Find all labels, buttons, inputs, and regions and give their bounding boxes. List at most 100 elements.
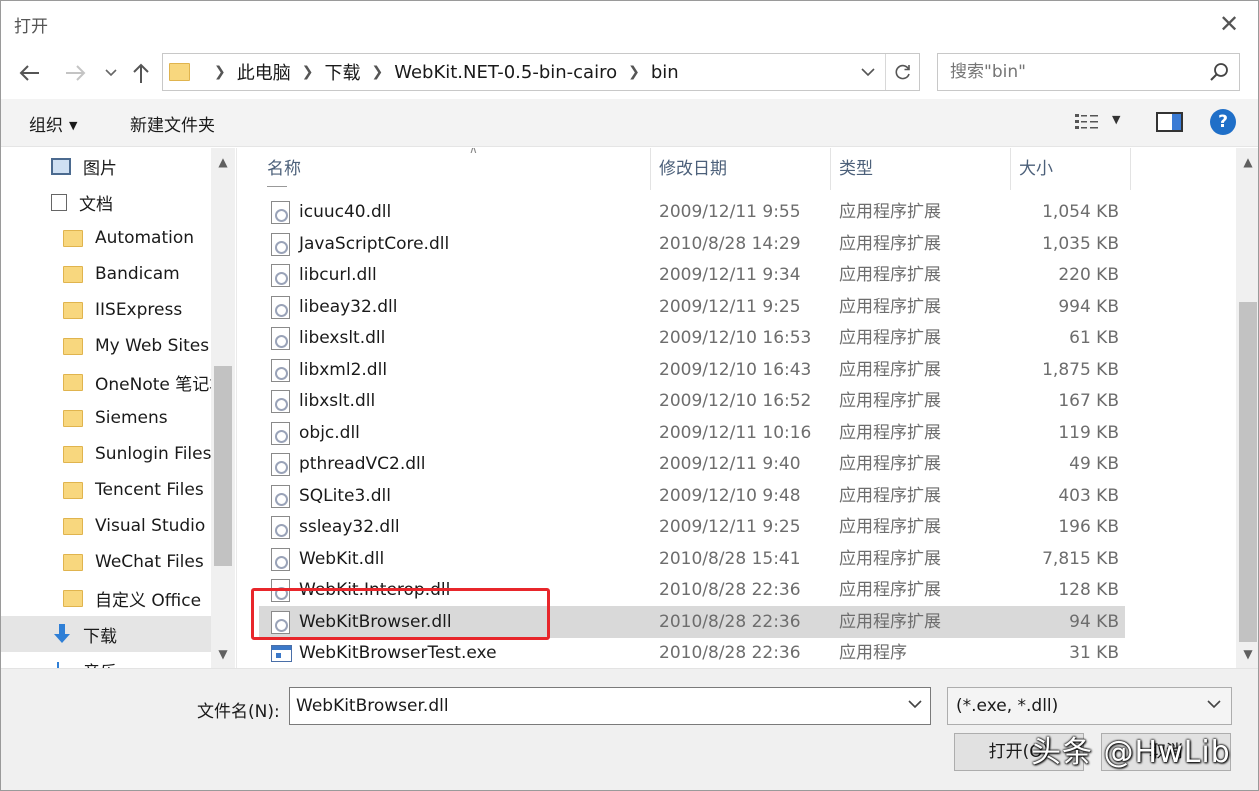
dll-file-icon	[271, 484, 290, 508]
refresh-icon[interactable]	[885, 54, 919, 90]
file-size: 94 KB	[1069, 611, 1119, 632]
sidebar-item-folder[interactable]: Siemens	[1, 400, 211, 436]
table-row[interactable]: libxml2.dll 2009/12/10 16:43 应用程序扩展 1,87…	[259, 354, 1125, 386]
title-bar: 打开 ✕	[1, 1, 1258, 47]
scroll-down-icon[interactable]: ▼	[211, 642, 235, 666]
address-dropdown-chevron-down-icon[interactable]	[857, 54, 879, 90]
search-box	[937, 53, 1240, 91]
sidebar-item-downloads[interactable]: 下载	[1, 616, 211, 652]
chevron-right-icon[interactable]: ❯	[214, 64, 226, 80]
file-date: 2009/12/11 10:16	[659, 422, 812, 443]
sidebar-scroll-thumb[interactable]	[214, 366, 232, 566]
column-header-date[interactable]: 修改日期	[651, 148, 831, 190]
table-row[interactable]: libxslt.dll 2009/12/10 16:52 应用程序扩展 167 …	[259, 385, 1125, 417]
forward-arrow-icon[interactable]	[61, 59, 89, 87]
file-date: 2009/12/10 16:43	[659, 359, 812, 380]
file-size: 167 KB	[1058, 391, 1119, 411]
scroll-down-icon[interactable]: ▼	[1236, 642, 1258, 666]
breadcrumb-item[interactable]: 此电脑	[237, 59, 291, 85]
file-list-scroll-thumb[interactable]	[1239, 302, 1257, 642]
sidebar-item-folder[interactable]: Automation	[1, 220, 211, 256]
sidebar-item-label: IISExpress	[95, 300, 183, 320]
help-icon[interactable]: ?	[1210, 109, 1236, 135]
table-row[interactable]: ssleay32.dll 2009/12/11 9:25 应用程序扩展 196 …	[259, 511, 1125, 543]
table-row[interactable]: WebKitBrowserTest.exe 2010/8/28 22:36 应用…	[259, 637, 1125, 668]
file-type-filter-select[interactable]: (*.exe, *.dll)	[947, 687, 1232, 725]
folder-icon	[63, 589, 83, 607]
folder-icon	[63, 553, 83, 571]
folder-icon	[63, 337, 83, 355]
sidebar-item-label: 自定义 Office	[95, 590, 202, 611]
folder-icon	[63, 445, 83, 463]
filename-input[interactable]	[296, 688, 896, 724]
details-view-icon[interactable]	[1073, 111, 1103, 133]
file-list-scrollbar[interactable]: ▲ ▼	[1236, 148, 1258, 668]
view-options-caret-down-icon[interactable]: ▼	[1112, 113, 1120, 126]
breadcrumb-item[interactable]: bin	[651, 62, 679, 83]
chevron-right-icon[interactable]: ❯	[302, 64, 314, 80]
table-row[interactable]: WebKit.dll 2010/8/28 15:41 应用程序扩展 7,815 …	[259, 543, 1125, 575]
file-date: 2010/8/28 22:36	[659, 611, 801, 632]
file-name: ssleay32.dll	[299, 517, 400, 537]
breadcrumb-item[interactable]: WebKit.NET-0.5-bin-cairo	[394, 62, 617, 83]
folder-icon	[169, 63, 190, 81]
breadcrumb-item[interactable]: 下载	[324, 59, 360, 85]
sidebar-item-label: Sunlogin Files	[95, 444, 211, 464]
column-header-size[interactable]: 大小	[1011, 148, 1131, 190]
new-folder-button[interactable]: 新建文件夹	[130, 111, 215, 136]
file-type: 应用程序扩展	[839, 202, 941, 222]
sidebar-item-folder[interactable]: Sunlogin Files	[1, 436, 211, 472]
sidebar-item-music[interactable]: 音乐	[1, 652, 211, 668]
sidebar-item-folder[interactable]: OneNote 笔记本	[1, 364, 211, 400]
preview-pane-icon[interactable]	[1156, 112, 1183, 132]
address-bar[interactable]: ❯ 此电脑 ❯ 下载 ❯ WebKit.NET-0.5-bin-cairo ❯ …	[162, 53, 920, 91]
close-button[interactable]: ✕	[1214, 9, 1244, 39]
sidebar-item-folder[interactable]: Tencent Files	[1, 472, 211, 508]
table-row[interactable]: libeay32.dll 2009/12/11 9:25 应用程序扩展 994 …	[259, 291, 1125, 323]
sidebar-item-folder[interactable]: 自定义 Office	[1, 580, 211, 616]
sidebar-item-folder[interactable]: WeChat Files	[1, 544, 211, 580]
file-date: 2009/12/11 9:40	[659, 454, 801, 474]
back-arrow-icon[interactable]	[16, 59, 44, 87]
caret-down-icon: ▼	[69, 119, 78, 132]
search-input[interactable]	[950, 54, 1190, 90]
sidebar-item-folder[interactable]: Bandicam	[1, 256, 211, 292]
file-size: 403 KB	[1058, 485, 1119, 506]
sidebar-item-documents[interactable]: 文档	[1, 184, 211, 220]
sidebar-item-folder[interactable]: Visual Studio	[1, 508, 211, 544]
sidebar-scrollbar[interactable]: ▲ ▼	[211, 148, 235, 668]
file-size: 7,815 KB	[1042, 548, 1119, 569]
organize-button[interactable]: 组织 ▼	[29, 111, 77, 136]
table-row[interactable]: objc.dll 2009/12/11 10:16 应用程序扩展 119 KB	[259, 417, 1125, 449]
download-icon	[51, 623, 73, 645]
file-date: 2010/8/28 22:36	[659, 580, 801, 600]
table-row[interactable]: JavaScriptCore.dll 2010/8/28 14:29 应用程序扩…	[259, 228, 1125, 260]
sidebar-item-pictures[interactable]: 图片	[1, 148, 211, 184]
file-size: 31 KB	[1069, 643, 1119, 663]
column-header-name[interactable]: 名称	[259, 148, 651, 190]
table-row[interactable]: libcurl.dll 2009/12/11 9:34 应用程序扩展 220 K…	[259, 259, 1125, 291]
documents-icon	[51, 193, 67, 211]
table-row[interactable]: SQLite3.dll 2009/12/10 9:48 应用程序扩展 403 K…	[259, 480, 1125, 512]
file-size: 196 KB	[1058, 517, 1119, 537]
table-row[interactable]: libexslt.dll 2009/12/10 16:53 应用程序扩展 61 …	[259, 322, 1125, 354]
chevron-right-icon[interactable]: ❯	[371, 64, 383, 80]
table-row[interactable]: pthreadVC2.dll 2009/12/11 9:40 应用程序扩展 49…	[259, 448, 1125, 480]
file-name: pthreadVC2.dll	[299, 454, 426, 474]
sidebar-item-folder[interactable]: IISExpress	[1, 292, 211, 328]
file-type: 应用程序扩展	[839, 422, 941, 443]
window-title: 打开	[14, 17, 48, 37]
recent-locations-chevron-down-icon[interactable]	[97, 59, 125, 87]
up-arrow-icon[interactable]	[127, 59, 155, 87]
chevron-right-icon[interactable]: ❯	[628, 64, 640, 80]
column-header-type[interactable]: 类型	[831, 148, 1011, 190]
dll-file-icon	[271, 327, 290, 350]
file-date: 2009/12/10 16:53	[659, 328, 812, 348]
filename-history-chevron-down-icon[interactable]	[908, 698, 922, 712]
pictures-icon	[51, 157, 71, 175]
scroll-up-icon[interactable]: ▲	[1236, 150, 1258, 174]
table-row[interactable]: icuuc40.dll 2009/12/11 9:55 应用程序扩展 1,054…	[259, 196, 1125, 228]
search-icon[interactable]	[1209, 62, 1229, 82]
sidebar-item-folder[interactable]: My Web Sites	[1, 328, 211, 364]
scroll-up-icon[interactable]: ▲	[211, 150, 235, 174]
